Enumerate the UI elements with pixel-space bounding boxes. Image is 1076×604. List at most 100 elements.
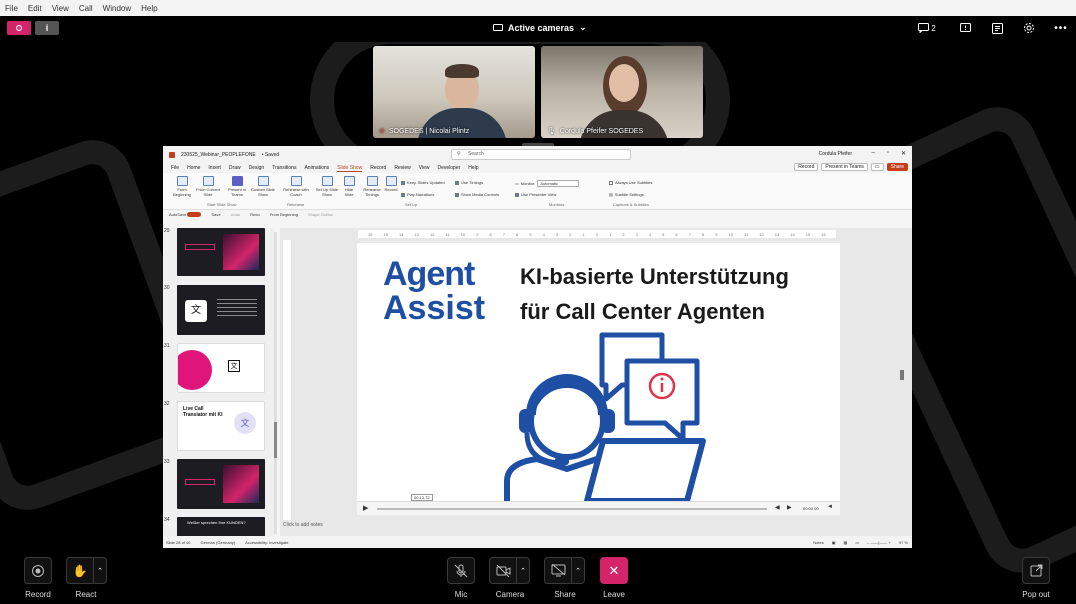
status-accessibility[interactable]: Accessibility: Investigate: [245, 540, 288, 545]
play-icon[interactable]: ▶: [363, 504, 368, 512]
share-button[interactable]: Share: [886, 163, 908, 171]
tab-developer[interactable]: Developer: [437, 165, 460, 171]
skip-forward-icon[interactable]: ▶: [787, 504, 792, 511]
zoom-slider[interactable]: – ——|—— +: [867, 540, 891, 545]
ppt-search-input[interactable]: ⚲ Search: [451, 149, 631, 160]
zoom-level[interactable]: 97 %: [899, 540, 908, 545]
ruler-tick: 10: [728, 231, 733, 237]
media-timeline[interactable]: [377, 508, 767, 510]
pop-out-button[interactable]: [1022, 557, 1050, 584]
slide-thumbnail-34[interactable]: Weißer sprechen Ihre KUNDEN?: [177, 517, 265, 536]
monitor-dropdown[interactable]: Automatic: [537, 180, 580, 187]
rehearse-with-coach-button[interactable]: Rehearse with Coach: [283, 176, 309, 197]
current-slide[interactable]: Agent Assist KI-basierte Unterstützung f…: [357, 243, 840, 501]
menu-window[interactable]: Window: [103, 4, 131, 13]
menu-view[interactable]: View: [52, 4, 69, 13]
skip-back-icon[interactable]: ◀: [775, 504, 780, 511]
record-control-button[interactable]: [24, 557, 52, 584]
keep-slides-updated-checkbox[interactable]: Keep Slides Updated: [401, 180, 445, 185]
present-in-teams-button[interactable]: Present in Teams: [821, 163, 868, 171]
shape-outline-button[interactable]: Shape Outline: [308, 212, 333, 217]
slide-thumbnail-33[interactable]: [177, 459, 265, 509]
editor-scrollbar[interactable]: [900, 232, 904, 518]
slide-thumbnail-29[interactable]: [177, 228, 265, 276]
tab-animations[interactable]: Animations: [304, 165, 329, 171]
notes-placeholder[interactable]: Click to add notes: [283, 522, 323, 528]
from-beginning-quick-button[interactable]: From Beginning: [270, 212, 298, 217]
record-button[interactable]: Record: [794, 163, 819, 171]
mic-button[interactable]: [447, 557, 475, 584]
slide-thumbnail-30[interactable]: 文: [177, 285, 265, 335]
notes-button[interactable]: [990, 21, 1004, 35]
tab-draw[interactable]: Draw: [229, 165, 241, 171]
rehearse-timings-button[interactable]: Rehearse Timings: [361, 176, 383, 197]
scrollbar-knob[interactable]: [274, 422, 277, 458]
record-ribbon-button[interactable]: Record: [383, 176, 399, 192]
settings-button[interactable]: [1022, 21, 1036, 35]
thumbnails-scrollbar[interactable]: [274, 232, 277, 534]
set-up-slide-show-button[interactable]: Set Up Slide Show: [315, 176, 339, 197]
normal-view-icon[interactable]: ▣: [832, 540, 836, 545]
autosave-toggle[interactable]: AutoSave: [169, 212, 202, 218]
monitor-select[interactable]: ▭ Monitor: Automatic: [515, 180, 580, 187]
use-presenter-view-checkbox[interactable]: Use Presenter View: [515, 192, 556, 197]
use-timings-checkbox[interactable]: Use Timings: [455, 180, 483, 185]
always-use-subtitles-checkbox[interactable]: Always Use Subtitles: [609, 180, 652, 185]
ppt-user-name[interactable]: Cordula Pfeifer: [819, 151, 852, 157]
maximize-icon[interactable]: ▫: [887, 150, 889, 157]
tab-transitions[interactable]: Transitions: [272, 165, 296, 171]
custom-slide-show-button[interactable]: Custom Slide Show: [249, 176, 277, 197]
tab-record[interactable]: Record: [370, 165, 386, 171]
participant-video-2[interactable]: 🎙 Cordula Pfeifer SOGEDES: [541, 46, 703, 138]
tab-design[interactable]: Design: [249, 165, 265, 171]
slide-thumbnail-32[interactable]: Live Call Translator mit KI 文: [177, 401, 265, 451]
menu-call[interactable]: Call: [79, 4, 93, 13]
close-icon[interactable]: ✕: [901, 150, 906, 157]
tab-review[interactable]: Review: [394, 165, 410, 171]
status-language[interactable]: German (Germany): [200, 540, 235, 545]
leave-button[interactable]: ✕: [600, 557, 628, 584]
scrollbar-knob[interactable]: [900, 370, 904, 380]
tab-file[interactable]: File: [171, 165, 179, 171]
comments-button[interactable]: ▭: [870, 163, 884, 171]
show-media-controls-checkbox[interactable]: Show Media Controls: [455, 192, 499, 197]
share-menu-chevron[interactable]: ⌃: [572, 557, 585, 584]
participant-video-1[interactable]: ⊘ SOGEDES | Nicolai Plintz: [373, 46, 535, 138]
subtitle-settings-button[interactable]: ▤ Subtitle Settings: [609, 192, 644, 197]
present-in-teams-ribbon-button[interactable]: Present in Teams: [225, 176, 249, 197]
save-button[interactable]: Save: [211, 212, 220, 217]
logo-line-1: Agent: [383, 255, 475, 293]
from-beginning-button[interactable]: From Beginning: [171, 176, 193, 197]
from-current-slide-button[interactable]: From Current Slide: [195, 176, 221, 197]
hide-slide-button[interactable]: Hide Slide: [341, 176, 357, 197]
tab-view[interactable]: View: [419, 165, 430, 171]
chat-button[interactable]: 2: [914, 21, 940, 35]
reading-view-icon[interactable]: ▭: [855, 540, 859, 545]
more-options-button[interactable]: •••: [1054, 21, 1068, 35]
camera-button[interactable]: [489, 557, 517, 584]
menu-file[interactable]: File: [5, 4, 18, 13]
minimize-icon[interactable]: –: [871, 150, 874, 157]
undo-button[interactable]: Undo: [231, 212, 241, 217]
active-cameras-dropdown[interactable]: Active cameras ⌄: [493, 22, 587, 33]
play-narrations-checkbox[interactable]: Play Narrations: [401, 192, 434, 197]
share-screen-button[interactable]: [544, 557, 572, 584]
tab-insert[interactable]: Insert: [208, 165, 221, 171]
redo-button[interactable]: Redo: [250, 212, 260, 217]
slide-thumbnail-31[interactable]: 文: [177, 343, 265, 393]
tab-slide-show[interactable]: Slide Show: [337, 165, 363, 172]
ruler-tick: 13: [774, 231, 780, 237]
tab-help[interactable]: Help: [468, 165, 478, 171]
tab-home[interactable]: Home: [187, 165, 200, 171]
volume-icon[interactable]: ◄: [827, 504, 833, 510]
reactions-button[interactable]: [958, 21, 972, 35]
react-button[interactable]: ✋: [66, 557, 94, 584]
info-button[interactable]: i: [35, 21, 59, 35]
notes-toggle[interactable]: Notes: [813, 540, 823, 545]
menu-edit[interactable]: Edit: [28, 4, 42, 13]
recording-indicator[interactable]: [7, 21, 31, 35]
menu-help[interactable]: Help: [141, 4, 157, 13]
react-menu-chevron[interactable]: ⌃: [94, 557, 107, 584]
camera-menu-chevron[interactable]: ⌃: [517, 557, 530, 584]
slide-sorter-icon[interactable]: ▦: [843, 540, 847, 545]
